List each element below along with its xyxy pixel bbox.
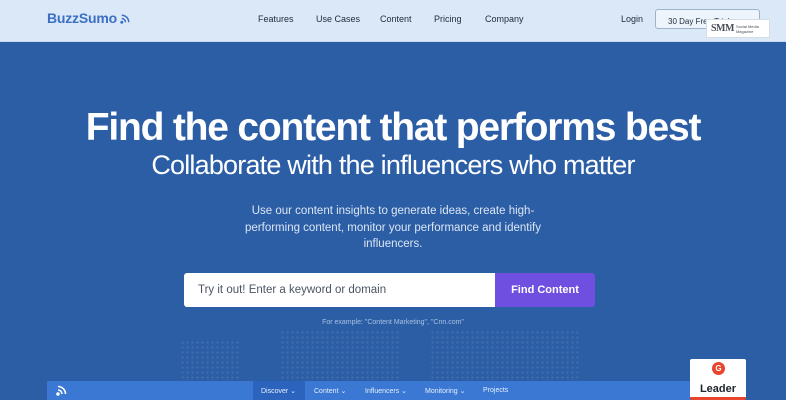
nav-company[interactable]: Company [485,14,524,24]
search-example-text: For example: "Content Marketing", "Cnn.c… [322,319,464,326]
leader-label: Leader [699,383,737,395]
nav-content[interactable]: Content [380,14,412,24]
hero-subtitle: Collaborate with the influencers who mat… [151,150,635,180]
app-tab-monitoring[interactable]: Monitoring ⌄ [425,381,466,400]
app-tab-influencers[interactable]: Influencers ⌄ [365,381,407,400]
nav-features[interactable]: Features [258,14,294,24]
hero-description: Use our content insights to generate ide… [245,205,541,250]
search-input[interactable] [184,273,495,307]
app-tab-content[interactable]: Content ⌄ [314,381,346,400]
watermark-logo-text: SMM [711,23,734,34]
g2-leader-badge: G Leader [690,359,746,400]
find-content-button[interactable]: Find Content [495,273,595,307]
signal-icon [120,14,130,24]
buzzsumo-logo[interactable]: BuzzSumo [47,10,132,26]
app-tab-projects[interactable]: Projects [483,381,508,400]
g2-icon: G [712,362,725,375]
smm-watermark: SMM Social Media Magazine [706,19,770,38]
decorative-dots [280,330,400,380]
site-header: BuzzSumo Features Use Cases Content Pric… [0,0,786,42]
hero-title: Find the content that performs best [85,106,702,149]
app-tab-discover[interactable]: Discover ⌄ [253,381,305,400]
app-logo-icon [56,385,67,396]
decorative-dots [180,340,240,380]
logo-text: BuzzSumo [47,10,117,26]
watermark-caption: Social Media Magazine [735,23,759,34]
decorative-dots [430,330,580,380]
login-link[interactable]: Login [621,14,643,24]
nav-use-cases[interactable]: Use Cases [316,14,360,24]
nav-pricing[interactable]: Pricing [434,14,462,24]
